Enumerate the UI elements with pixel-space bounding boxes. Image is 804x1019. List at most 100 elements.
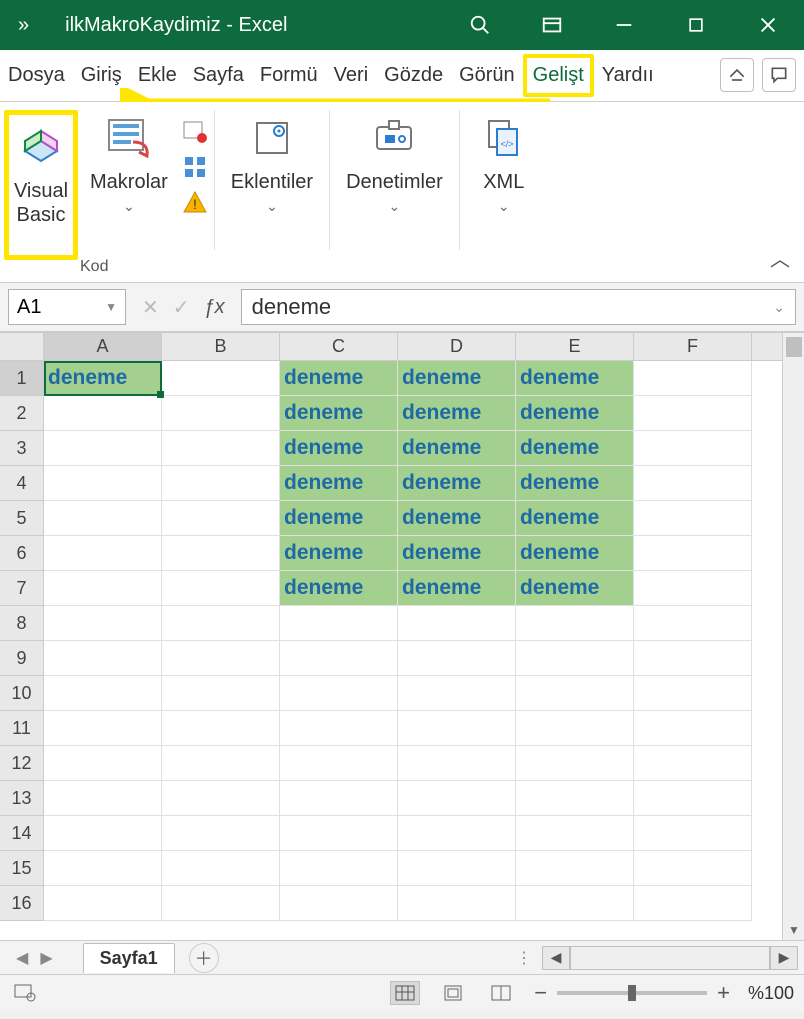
row-header-15[interactable]: 15 (0, 851, 44, 886)
cell-C16[interactable] (280, 886, 398, 921)
cell-A2[interactable] (44, 396, 162, 431)
cell-E12[interactable] (516, 746, 634, 781)
column-header-F[interactable]: F (634, 333, 752, 360)
comments-button[interactable] (762, 58, 796, 92)
cell-F3[interactable] (634, 431, 752, 466)
cell-A8[interactable] (44, 606, 162, 641)
cell-A13[interactable] (44, 781, 162, 816)
row-header-12[interactable]: 12 (0, 746, 44, 781)
view-page-layout-icon[interactable] (438, 981, 468, 1005)
cell-D3[interactable]: deneme (398, 431, 516, 466)
cell-F13[interactable] (634, 781, 752, 816)
select-all-corner[interactable] (0, 333, 44, 360)
cell-B11[interactable] (162, 711, 280, 746)
cell-B12[interactable] (162, 746, 280, 781)
tab-gorunum[interactable]: Görün (451, 54, 523, 97)
cell-A14[interactable] (44, 816, 162, 851)
cell-D5[interactable]: deneme (398, 501, 516, 536)
add-sheet-button[interactable]: ＋ (189, 943, 219, 973)
view-page-break-icon[interactable] (486, 981, 516, 1005)
column-header-E[interactable]: E (516, 333, 634, 360)
row-header-14[interactable]: 14 (0, 816, 44, 851)
cell-D2[interactable]: deneme (398, 396, 516, 431)
row-header-3[interactable]: 3 (0, 431, 44, 466)
view-normal-icon[interactable] (390, 981, 420, 1005)
cell-A7[interactable] (44, 571, 162, 606)
cell-D15[interactable] (398, 851, 516, 886)
close-button[interactable] (732, 0, 804, 50)
collapse-ribbon-button[interactable]: ︿ (770, 243, 790, 272)
cell-F7[interactable] (634, 571, 752, 606)
cell-D11[interactable] (398, 711, 516, 746)
cell-B3[interactable] (162, 431, 280, 466)
denetimler-button[interactable]: Denetimler ⌄ (334, 110, 455, 260)
zoom-in-icon[interactable]: + (717, 980, 730, 1006)
row-header-8[interactable]: 8 (0, 606, 44, 641)
cell-B7[interactable] (162, 571, 280, 606)
cell-D10[interactable] (398, 676, 516, 711)
cell-D1[interactable]: deneme (398, 361, 516, 396)
record-macro-icon[interactable] (180, 116, 210, 146)
cell-A10[interactable] (44, 676, 162, 711)
row-header-4[interactable]: 4 (0, 466, 44, 501)
tab-veri[interactable]: Veri (326, 54, 376, 97)
cell-F6[interactable] (634, 536, 752, 571)
cell-C6[interactable]: deneme (280, 536, 398, 571)
cell-A5[interactable] (44, 501, 162, 536)
cell-E6[interactable]: deneme (516, 536, 634, 571)
minimize-button[interactable] (588, 0, 660, 50)
maximize-button[interactable] (660, 0, 732, 50)
cell-D14[interactable] (398, 816, 516, 851)
cell-C8[interactable] (280, 606, 398, 641)
name-box-dropdown-icon[interactable]: ▼ (105, 300, 117, 314)
cell-E2[interactable]: deneme (516, 396, 634, 431)
cell-B14[interactable] (162, 816, 280, 851)
cell-E13[interactable] (516, 781, 634, 816)
zoom-out-icon[interactable]: − (534, 980, 547, 1006)
cell-A3[interactable] (44, 431, 162, 466)
eklentiler-button[interactable]: Eklentiler ⌄ (219, 110, 325, 260)
cell-D7[interactable]: deneme (398, 571, 516, 606)
scroll-down-icon[interactable]: ▼ (783, 920, 804, 940)
hscroll-left-button[interactable]: ◀ (542, 946, 570, 970)
cell-B1[interactable] (162, 361, 280, 396)
tab-giris[interactable]: Giriş (73, 54, 130, 97)
grid-body[interactable]: 1denemedenemedenemedeneme2denemedenemede… (0, 361, 804, 940)
cell-D4[interactable]: deneme (398, 466, 516, 501)
cell-C2[interactable]: deneme (280, 396, 398, 431)
cell-C15[interactable] (280, 851, 398, 886)
xml-button[interactable]: </> XML ⌄ (464, 110, 544, 260)
cell-E11[interactable] (516, 711, 634, 746)
cell-D13[interactable] (398, 781, 516, 816)
cell-E3[interactable]: deneme (516, 431, 634, 466)
cell-A6[interactable] (44, 536, 162, 571)
cell-D9[interactable] (398, 641, 516, 676)
cell-E5[interactable]: deneme (516, 501, 634, 536)
row-header-7[interactable]: 7 (0, 571, 44, 606)
row-header-10[interactable]: 10 (0, 676, 44, 711)
cell-F12[interactable] (634, 746, 752, 781)
cell-E9[interactable] (516, 641, 634, 676)
search-button[interactable] (444, 0, 516, 50)
cell-B15[interactable] (162, 851, 280, 886)
zoom-level[interactable]: %100 (748, 983, 794, 1004)
sheet-tab-active[interactable]: Sayfa1 (83, 943, 175, 973)
tab-gozden[interactable]: Gözde (376, 54, 451, 97)
hscroll-track[interactable] (570, 946, 770, 970)
row-header-9[interactable]: 9 (0, 641, 44, 676)
cell-C13[interactable] (280, 781, 398, 816)
cell-B16[interactable] (162, 886, 280, 921)
cell-E15[interactable] (516, 851, 634, 886)
share-button[interactable] (720, 58, 754, 92)
cell-B5[interactable] (162, 501, 280, 536)
cell-A1[interactable]: deneme (44, 361, 162, 396)
cell-C7[interactable]: deneme (280, 571, 398, 606)
cell-B9[interactable] (162, 641, 280, 676)
cell-B6[interactable] (162, 536, 280, 571)
vertical-scrollbar[interactable]: ▲ ▼ (782, 333, 804, 940)
cell-D12[interactable] (398, 746, 516, 781)
vscroll-thumb[interactable] (786, 337, 802, 357)
cell-D6[interactable]: deneme (398, 536, 516, 571)
cell-A9[interactable] (44, 641, 162, 676)
cell-E8[interactable] (516, 606, 634, 641)
